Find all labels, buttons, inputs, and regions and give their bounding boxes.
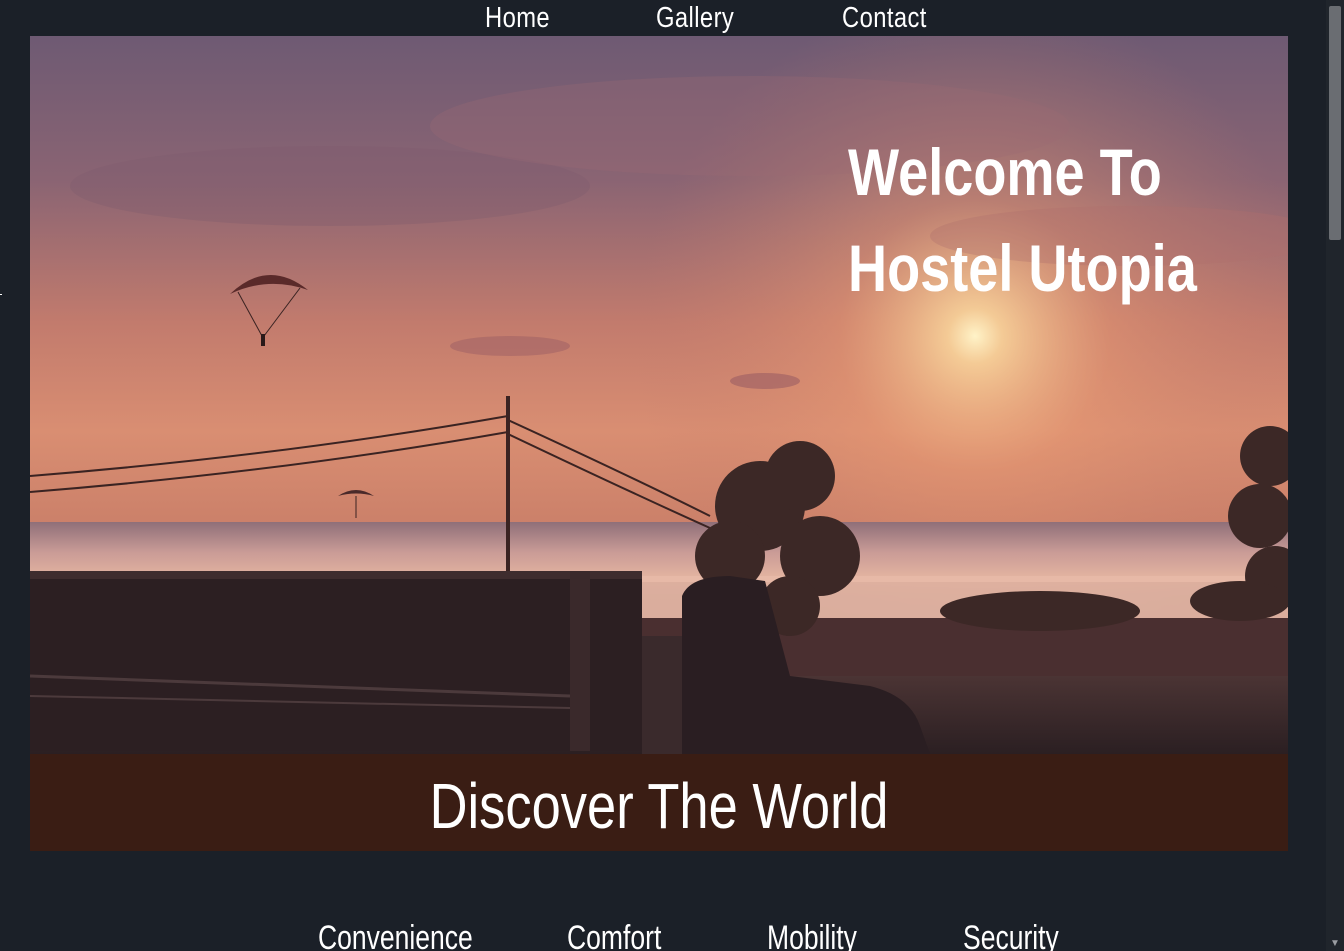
tagline-banner: Discover The World [30, 754, 1288, 851]
scrollbar-thumb[interactable] [1329, 6, 1341, 240]
tagline-text: Discover The World [429, 770, 889, 842]
edge-mark [0, 294, 2, 295]
feature-comfort: Comfort [567, 919, 662, 951]
feature-security: Security [963, 919, 1059, 951]
feature-mobility: Mobility [767, 919, 857, 951]
top-nav: Home Gallery Contact [0, 0, 1326, 36]
hero-title: Welcome To Hostel Utopia [848, 135, 1197, 305]
features-list: Convenience Comfort Mobility Security [0, 910, 1326, 951]
feature-convenience: Convenience [318, 919, 473, 951]
nav-gallery-link[interactable]: Gallery [656, 0, 734, 36]
page-scrollbar[interactable]: ▼ [1326, 0, 1344, 951]
hero-image: Welcome To Hostel Utopia [30, 36, 1288, 754]
nav-contact-link[interactable]: Contact [842, 0, 927, 36]
scroll-down-arrow-icon[interactable]: ▼ [1330, 938, 1340, 949]
nav-home-link[interactable]: Home [485, 0, 550, 36]
